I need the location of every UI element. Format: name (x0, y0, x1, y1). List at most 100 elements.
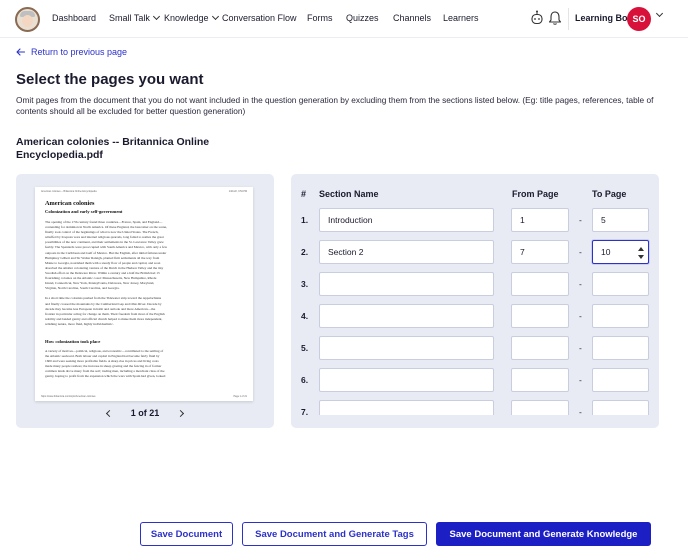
avatar[interactable]: SO (627, 7, 651, 31)
section-row: 5. - (291, 336, 659, 360)
app-logo[interactable] (15, 7, 40, 32)
thumbnail-body-2: A variety of motives—political, religiou… (45, 349, 166, 379)
to-page-input[interactable] (592, 336, 649, 360)
document-name: American colonies -- Britannica Online E… (16, 136, 210, 161)
thumbnail-header-left: American colonies -- Britannica Online E… (41, 190, 97, 193)
section-name-input[interactable] (319, 400, 494, 415)
range-dash: - (579, 375, 582, 385)
section-name-input[interactable] (319, 336, 494, 360)
range-dash: - (579, 407, 582, 415)
section-name-input[interactable]: Introduction (319, 208, 494, 232)
from-page-input[interactable] (511, 336, 569, 360)
nav-item-channels[interactable]: Channels (393, 13, 431, 23)
stepper-down-icon[interactable] (637, 255, 644, 259)
chevron-down-icon[interactable] (655, 9, 664, 18)
nav-item-label: Small Talk (109, 13, 150, 23)
sections-panel: # Section Name From Page To Page 1. Intr… (291, 174, 659, 428)
section-row: 4. - (291, 304, 659, 328)
to-page-value: 10 (601, 247, 611, 257)
number-stepper[interactable] (637, 247, 644, 259)
section-name-input[interactable] (319, 272, 494, 296)
section-row: 2. Section 2 7 - 10 (291, 240, 659, 264)
from-page-input[interactable]: 1 (511, 208, 569, 232)
column-header-to-page: To Page (592, 189, 627, 199)
column-header-section-name: Section Name (319, 189, 379, 199)
nav-item-quizzes[interactable]: Quizzes (346, 13, 379, 23)
row-number: 3. (301, 279, 309, 289)
row-number: 4. (301, 311, 309, 321)
column-header-number: # (301, 189, 307, 199)
return-link[interactable]: Return to previous page (16, 47, 127, 57)
row-number: 7. (301, 407, 309, 415)
save-generate-knowledge-button[interactable]: Save Document and Generate Knowledge (436, 522, 651, 546)
page-preview-panel: American colonies -- Britannica Online E… (16, 174, 274, 428)
top-nav: Dashboard Small Talk Knowledge Conversat… (0, 0, 688, 38)
nav-item-conversation-flow[interactable]: Conversation Flow (222, 13, 297, 23)
nav-item-label: Learners (443, 13, 479, 23)
thumbnail-heading: American colonies (45, 200, 95, 207)
row-number: 2. (301, 247, 309, 257)
page-title: Select the pages you want (16, 71, 204, 88)
chevron-down-icon (152, 12, 160, 21)
chevron-right-icon (176, 409, 184, 417)
chevron-down-icon (211, 12, 219, 21)
nav-item-small-talk[interactable]: Small Talk (109, 12, 160, 23)
thumbnail-subheading-2: How colonization took place (45, 339, 101, 344)
column-header-from-page: From Page (512, 189, 559, 199)
to-page-input[interactable] (592, 400, 649, 415)
nav-item-label: Dashboard (52, 13, 97, 23)
user-name[interactable]: Learning Bot (575, 13, 631, 23)
to-page-input-focused[interactable]: 10 (592, 240, 649, 264)
range-dash: - (579, 343, 582, 353)
prev-page-button[interactable] (105, 408, 115, 418)
section-name-input[interactable]: Section 2 (319, 240, 494, 264)
logo-face (22, 15, 33, 27)
nav-item-label: Conversation Flow (222, 13, 297, 23)
nav-item-dashboard[interactable]: Dashboard (52, 13, 96, 23)
section-name-input[interactable] (319, 368, 494, 392)
row-number: 6. (301, 375, 309, 385)
from-page-input[interactable] (511, 400, 569, 415)
bot-icon[interactable] (530, 10, 544, 26)
range-dash: - (579, 311, 582, 321)
instructions-text: Omit pages from the document that you do… (16, 95, 654, 116)
from-page-input[interactable] (511, 304, 569, 328)
nav-item-label: Quizzes (346, 13, 379, 23)
to-page-input[interactable] (592, 304, 649, 328)
range-dash: - (579, 215, 582, 225)
from-page-input[interactable]: 7 (511, 240, 569, 264)
thumbnail-header: American colonies -- Britannica Online E… (41, 190, 247, 193)
return-link-label: Return to previous page (31, 47, 128, 57)
section-row: 7. - (291, 400, 659, 415)
from-page-input[interactable] (511, 272, 569, 296)
from-page-input[interactable] (511, 368, 569, 392)
page-pager: 1 of 21 (16, 408, 274, 418)
page-thumbnail: American colonies -- Britannica Online E… (35, 187, 253, 401)
thumbnail-header-right: 1/21/22, 3:54 PM (228, 190, 247, 193)
nav-item-label: Knowledge (164, 13, 209, 23)
thumbnail-footer-left: https://www.britannica.com/topic/America… (41, 395, 96, 398)
to-page-input[interactable] (592, 272, 649, 296)
next-page-button[interactable] (175, 408, 185, 418)
bell-icon[interactable] (548, 10, 562, 26)
section-name-input[interactable] (319, 304, 494, 328)
thumbnail-footer: https://www.britannica.com/topic/America… (41, 395, 247, 398)
stepper-up-icon[interactable] (637, 247, 644, 251)
nav-item-learners[interactable]: Learners (443, 13, 479, 23)
nav-item-label: Forms (307, 13, 333, 23)
row-number: 5. (301, 343, 309, 353)
range-dash: - (579, 279, 582, 289)
to-page-input[interactable] (592, 368, 649, 392)
section-row: 1. Introduction 1 - 5 (291, 208, 659, 232)
row-number: 1. (301, 215, 309, 225)
nav-divider (568, 8, 569, 30)
nav-item-label: Channels (393, 13, 432, 23)
thumbnail-subheading: Colonization and early self-government (45, 209, 123, 214)
save-generate-tags-button[interactable]: Save Document and Generate Tags (242, 522, 427, 546)
nav-item-forms[interactable]: Forms (307, 13, 333, 23)
to-page-input[interactable]: 5 (592, 208, 649, 232)
save-document-button[interactable]: Save Document (140, 522, 233, 546)
sections-list[interactable]: 1. Introduction 1 - 5 2. Section 2 7 - 1… (291, 206, 659, 415)
nav-item-knowledge[interactable]: Knowledge (164, 12, 219, 23)
arrow-left-icon (16, 48, 25, 56)
